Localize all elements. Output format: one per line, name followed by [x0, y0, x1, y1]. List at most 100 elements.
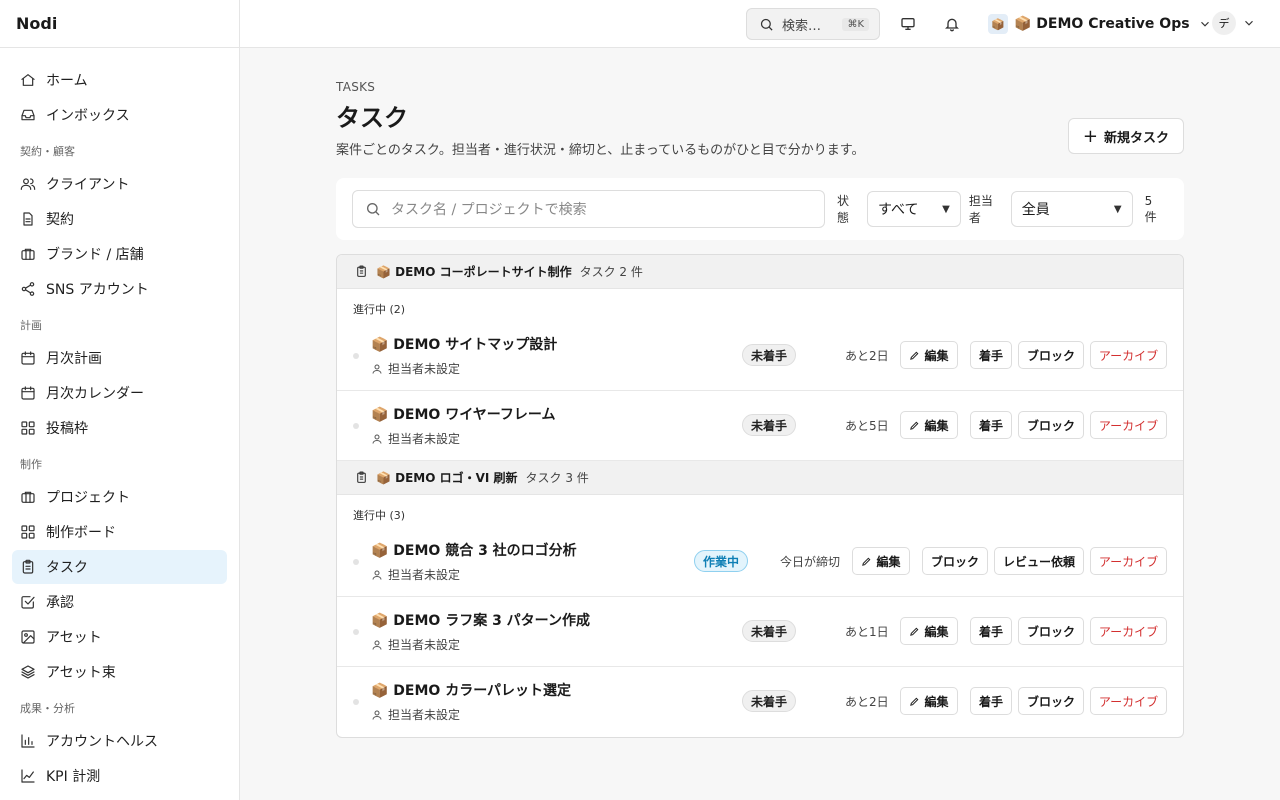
sidebar-item[interactable]: アセット — [12, 620, 227, 654]
task-assignee: 担当者未設定 — [371, 360, 460, 377]
grid-icon — [21, 421, 35, 435]
task-action-button[interactable]: アーカイブ — [1090, 617, 1167, 645]
task-action-label: 着手 — [978, 624, 1003, 639]
status-dot — [353, 629, 359, 635]
task-name[interactable]: 📦 DEMO カラーパレット選定 — [371, 680, 571, 700]
group-title: 📦 DEMO ロゴ・VI 刷新 — [376, 471, 518, 485]
users-icon — [20, 178, 36, 190]
task-action-button[interactable]: ブロック — [1018, 341, 1084, 369]
sidebar-item[interactable]: SNS アカウント — [12, 272, 227, 306]
plus-icon: + — [1082, 125, 1098, 147]
sidebar-item[interactable]: 月次カレンダー — [12, 376, 227, 410]
sidebar-item-label: アセット束 — [46, 665, 116, 681]
task-action-button[interactable]: ブロック — [922, 547, 988, 575]
user-menu[interactable]: デ — [1212, 11, 1256, 35]
sidebar-item[interactable]: プロジェクト — [12, 480, 227, 514]
task-action-button[interactable]: アーカイブ — [1090, 341, 1167, 369]
task-action-button[interactable]: レビュー依頼 — [994, 547, 1084, 575]
task-row[interactable]: 📦 DEMO 競合 3 社のロゴ分析 担当者未設定 作業中 今日が締切 編集 ブロック レビ… — [337, 527, 1183, 597]
pencil-icon — [910, 627, 919, 636]
sidebar-item[interactable]: KPI 計測 — [12, 759, 227, 793]
task-action-label: ブロック — [930, 554, 979, 569]
task-action-button[interactable]: ブロック — [1018, 687, 1084, 715]
image-icon — [21, 630, 35, 644]
task-action-button[interactable]: 編集 — [900, 341, 958, 369]
sidebar-item[interactable]: クライアント — [12, 167, 227, 201]
task-action-label: アーカイブ — [1098, 418, 1159, 433]
home-icon — [21, 74, 35, 86]
sidebar-item[interactable]: 月次計画 — [12, 341, 227, 375]
sidebar-item-label: ホーム — [46, 73, 88, 89]
status-heading: 進行中 (3) — [353, 509, 406, 522]
display-button[interactable] — [898, 14, 918, 34]
user-icon — [372, 570, 382, 580]
search-icon — [367, 203, 380, 216]
pencil-icon — [910, 351, 919, 360]
task-action-button[interactable]: ブロック — [1018, 411, 1084, 439]
due-label: あと2日 — [845, 349, 889, 363]
status-dot — [353, 699, 359, 705]
task-row[interactable]: 📦 DEMO サイトマップ設計 担当者未設定 未着手 あと2日 編集 着手 ブロック アーカイ… — [337, 321, 1183, 391]
sidebar-item[interactable]: ホーム — [12, 63, 227, 97]
sidebar-item[interactable]: タスク — [12, 550, 227, 584]
task-name[interactable]: 📦 DEMO ワイヤーフレーム — [371, 404, 556, 424]
task-action-label: 編集 — [924, 624, 949, 639]
task-action-button[interactable]: 編集 — [900, 687, 958, 715]
task-action-label: 編集 — [924, 418, 949, 433]
app-logo[interactable]: Nodi — [0, 0, 239, 48]
sidebar-item-label: クライアント — [46, 177, 130, 193]
sidebar-item[interactable]: 契約 — [12, 202, 227, 236]
task-action-button[interactable]: ブロック — [1018, 617, 1084, 645]
briefcase-icon — [21, 491, 35, 503]
task-action-button[interactable]: アーカイブ — [1090, 411, 1167, 439]
notifications-button[interactable] — [942, 14, 962, 34]
task-action-button[interactable]: 着手 — [970, 341, 1012, 369]
sidebar-item[interactable]: 制作ボード — [12, 515, 227, 549]
sidebar-item[interactable]: 投稿枠 — [12, 411, 227, 445]
sidebar-item-label: 承認 — [46, 595, 74, 611]
search-label: 検索… — [782, 18, 822, 34]
workspace-switcher[interactable]: 📦 📦 DEMO Creative Ops — [988, 12, 1212, 36]
sidebar-item[interactable]: アカウントヘルス — [12, 724, 227, 758]
group-count: タスク 2 件 — [579, 265, 643, 279]
chevron-down-icon — [1200, 21, 1209, 27]
task-action-button[interactable]: 着手 — [970, 411, 1012, 439]
task-action-label: 着手 — [978, 694, 1003, 709]
sidebar-item[interactable]: インボックス — [12, 98, 227, 132]
task-action-button[interactable]: 編集 — [900, 617, 958, 645]
sidebar-item[interactable]: 承認 — [12, 585, 227, 619]
new-task-button[interactable]: + 新規タスク — [1067, 118, 1184, 154]
sidebar-item-label: プロジェクト — [46, 490, 130, 506]
task-action-button[interactable]: アーカイブ — [1090, 687, 1167, 715]
task-action-button[interactable]: アーカイブ — [1090, 547, 1167, 575]
task-row[interactable]: 📦 DEMO カラーパレット選定 担当者未設定 未着手 あと2日 編集 着手 ブロック アーカ… — [337, 667, 1183, 737]
global-search-button[interactable]: 検索… ⌘K — [746, 8, 880, 40]
task-row[interactable]: 📦 DEMO ワイヤーフレーム 担当者未設定 未着手 あと5日 編集 着手 ブロック アーカイ… — [337, 391, 1183, 461]
task-name[interactable]: 📦 DEMO ラフ案 3 パターン作成 — [371, 610, 590, 630]
task-search-placeholder: タスク名 / プロジェクトで検索 — [391, 202, 587, 218]
assignee-select[interactable]: 全員 ▼ — [1010, 191, 1133, 227]
task-action-button[interactable]: 着手 — [970, 687, 1012, 715]
task-search-input[interactable]: タスク名 / プロジェクトで検索 — [352, 190, 826, 228]
task-action-button[interactable]: 編集 — [900, 411, 958, 439]
sidebar-item-label: アカウントヘルス — [46, 734, 158, 750]
task-action-button[interactable]: 着手 — [970, 617, 1012, 645]
sidebar-section-label: 契約・顧客 — [20, 145, 75, 158]
task-action-button[interactable]: 編集 — [852, 547, 910, 575]
sidebar-item[interactable]: アセット束 — [12, 655, 227, 689]
status-filter-label: 状態 — [837, 194, 850, 225]
pencil-icon — [862, 557, 871, 566]
pencil-icon — [910, 421, 919, 430]
task-name[interactable]: 📦 DEMO 競合 3 社のロゴ分析 — [371, 540, 577, 560]
assignee-label: 担当者未設定 — [388, 568, 461, 582]
group-header[interactable]: 📦 DEMO ロゴ・VI 刷新 タスク 3 件 — [337, 461, 1183, 495]
task-name[interactable]: 📦 DEMO サイトマップ設計 — [371, 334, 557, 354]
assignee-label: 担当者未設定 — [388, 362, 461, 376]
status-select[interactable]: すべて ▼ — [867, 191, 961, 227]
briefcase-icon — [21, 248, 35, 260]
sidebar-section-label: 成果・分析 — [20, 702, 75, 715]
group-header[interactable]: 📦 DEMO コーポレートサイト制作 タスク 2 件 — [337, 255, 1183, 289]
task-row[interactable]: 📦 DEMO ラフ案 3 パターン作成 担当者未設定 未着手 あと1日 編集 着手 ブロック… — [337, 597, 1183, 667]
sidebar-item[interactable]: ブランド / 店舗 — [12, 237, 227, 271]
line-chart-icon — [21, 769, 35, 783]
